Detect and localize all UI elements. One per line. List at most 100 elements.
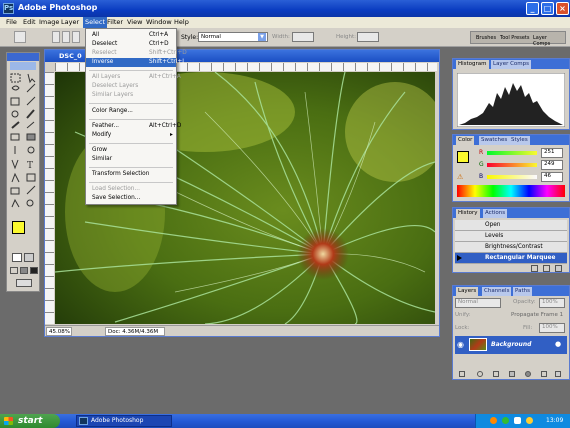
menu-view[interactable]: View	[127, 18, 142, 26]
layer-buttons	[455, 370, 567, 379]
layer-set-icon[interactable]	[509, 371, 515, 377]
history-item-marquee[interactable]: Rectangular Marquee	[455, 253, 567, 264]
menu-item-transform-selection[interactable]: Transform Selection	[86, 170, 176, 179]
jump-to-imageready-icon[interactable]	[16, 279, 32, 287]
subtract-selection-icon[interactable]	[72, 31, 80, 43]
layer-row-background[interactable]: ◉ Background ●	[455, 336, 567, 354]
tab-layers[interactable]: Layers	[456, 287, 479, 296]
menu-help[interactable]: Help	[174, 18, 189, 26]
history-state-arrow-icon[interactable]	[457, 255, 463, 261]
tab-layer-comps[interactable]: Layer Comps	[491, 60, 532, 69]
visibility-eye-icon[interactable]: ◉	[457, 340, 464, 349]
screen-mode-icon[interactable]	[10, 267, 18, 274]
adjustment-layer-icon[interactable]	[525, 371, 531, 377]
delete-layer-icon[interactable]	[555, 371, 561, 377]
doc-size-info[interactable]: Doc: 4.36M/4.36M	[105, 327, 165, 336]
menu-separator	[89, 70, 173, 71]
tray-icon[interactable]	[514, 417, 521, 424]
adobe-logo-icon[interactable]	[10, 62, 36, 70]
fill-field[interactable]: 100%	[539, 323, 565, 333]
menu-window[interactable]: Window	[146, 18, 172, 26]
history-item-brightness[interactable]: Brightness/Contrast	[455, 242, 567, 253]
menu-layer[interactable]: Layer	[61, 18, 79, 26]
style-select[interactable]: Normal ▼	[198, 32, 268, 42]
b-value[interactable]: 46	[541, 172, 563, 182]
menu-filter[interactable]: Filter	[107, 18, 123, 26]
new-layer-icon[interactable]	[541, 371, 547, 377]
marquee-preset-icon[interactable]	[14, 31, 26, 43]
full-screen-menu-icon[interactable]	[20, 267, 28, 274]
tab-swatches[interactable]: Swatches	[479, 136, 510, 145]
menubar: File Edit Image Layer Select Filter View…	[0, 17, 570, 28]
b-slider[interactable]	[487, 175, 537, 179]
menu-item-deselect[interactable]: Deselect Ctrl+D	[86, 40, 176, 49]
menu-item-modify[interactable]: Modify ▸	[86, 131, 176, 140]
tab-actions[interactable]: Actions	[483, 209, 508, 218]
start-button[interactable]: start	[0, 414, 60, 428]
trash-icon[interactable]	[555, 265, 562, 272]
menu-item-all[interactable]: All Ctrl+A	[86, 31, 176, 40]
menu-select[interactable]: Select	[83, 17, 108, 28]
palette-tab-layer-comps[interactable]: Layer Comps	[533, 35, 565, 47]
close-button[interactable]: ×	[556, 2, 569, 15]
quickmask-mode-icon[interactable]	[24, 253, 34, 262]
color-fg-swatch[interactable]	[457, 151, 469, 163]
toolbox-grip[interactable]	[7, 53, 39, 61]
zoom-level[interactable]: 45.08%	[46, 327, 72, 336]
b-label: B	[479, 173, 484, 180]
tray-icon[interactable]	[526, 417, 533, 424]
width-field[interactable]	[292, 32, 314, 42]
menu-file[interactable]: File	[6, 18, 17, 26]
menu-item-similar[interactable]: Similar	[86, 155, 176, 164]
menu-item-grow[interactable]: Grow	[86, 146, 176, 155]
foreground-color-swatch[interactable]	[12, 221, 25, 234]
gamut-warning-icon[interactable]: ⚠	[457, 173, 463, 181]
history-item-levels[interactable]: Levels	[455, 231, 567, 242]
crop-tool-icon	[10, 97, 20, 106]
new-snapshot-icon[interactable]	[531, 265, 538, 272]
height-field[interactable]	[357, 32, 379, 42]
link-layers-icon[interactable]	[459, 371, 465, 377]
propagate-label[interactable]: Propagate Frame 1	[511, 312, 563, 318]
minimize-button[interactable]: _	[526, 2, 539, 15]
r-slider[interactable]	[487, 151, 537, 155]
opacity-field[interactable]: 100%	[539, 298, 565, 308]
g-value[interactable]: 249	[541, 160, 563, 170]
menu-item-color-range[interactable]: Color Range...	[86, 107, 176, 116]
tab-paths[interactable]: Paths	[513, 287, 532, 296]
menu-separator	[89, 119, 173, 120]
palette-tab-brushes[interactable]: Brushes	[476, 35, 496, 41]
vertical-ruler[interactable]	[45, 72, 54, 324]
tab-histogram[interactable]: Histogram	[456, 60, 489, 69]
layer-style-icon[interactable]	[477, 371, 483, 377]
r-value[interactable]: 251	[541, 148, 563, 158]
menu-item-feather[interactable]: Feather... Alt+Ctrl+D	[86, 122, 181, 131]
new-document-icon[interactable]	[543, 265, 550, 272]
tab-history[interactable]: History	[456, 209, 480, 218]
menu-edit[interactable]: Edit	[23, 18, 36, 26]
history-item-open[interactable]: Open	[455, 220, 567, 231]
layer-name: Background	[491, 341, 532, 348]
blend-mode-select[interactable]: Normal	[455, 298, 501, 308]
full-screen-icon[interactable]	[30, 267, 38, 274]
tab-color[interactable]: Color	[456, 136, 475, 145]
menu-separator	[89, 182, 173, 183]
layer-thumbnail	[469, 338, 487, 351]
menu-item-inverse[interactable]: Inverse Shift+Ctrl+I	[86, 58, 184, 67]
tab-channels[interactable]: Channels	[482, 287, 512, 296]
maximize-button[interactable]: □	[541, 2, 554, 15]
g-slider[interactable]	[487, 163, 537, 167]
new-selection-icon[interactable]	[52, 31, 60, 43]
tool-icons: T	[10, 73, 36, 208]
taskbar-photoshop[interactable]: Adobe Photoshop	[76, 415, 172, 427]
palette-tab-tool-presets[interactable]: Tool Presets	[500, 35, 530, 41]
menu-item-save-selection[interactable]: Save Selection...	[86, 194, 176, 203]
menu-image[interactable]: Image	[39, 18, 59, 26]
add-selection-icon[interactable]	[62, 31, 70, 43]
standard-mode-icon[interactable]	[12, 253, 22, 262]
tab-styles[interactable]: Styles	[509, 136, 530, 145]
tray-icon[interactable]	[490, 417, 497, 424]
tray-icon[interactable]	[502, 417, 509, 424]
layer-mask-icon[interactable]	[493, 371, 499, 377]
color-ramp[interactable]	[457, 185, 565, 197]
